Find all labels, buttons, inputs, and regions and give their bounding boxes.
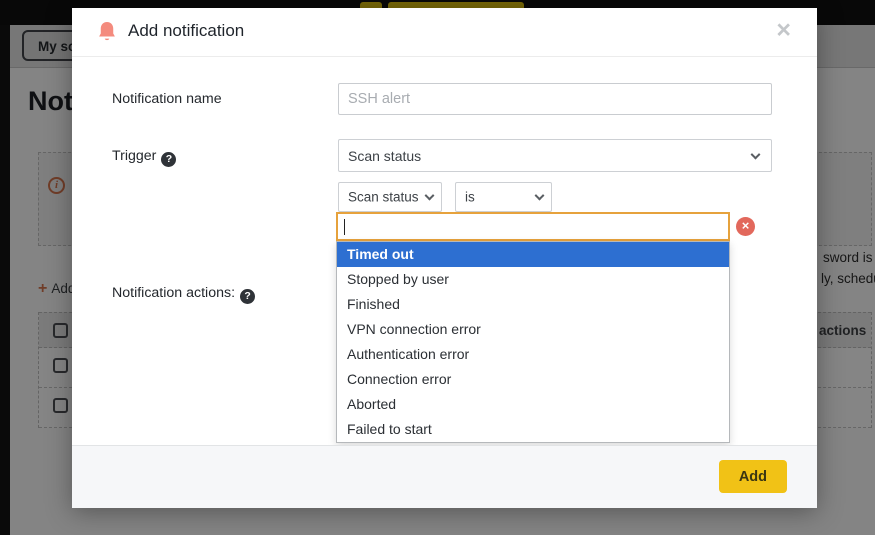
chevron-down-icon [425, 191, 435, 201]
dropdown-option[interactable]: VPN connection error [337, 317, 729, 342]
help-icon[interactable]: ? [161, 152, 176, 167]
dropdown-option[interactable]: Finished [337, 292, 729, 317]
notification-actions-label: Notification actions:? [112, 285, 255, 304]
add-button[interactable]: Add [719, 460, 787, 493]
add-notification-modal: Add notification × Notification name Tri… [72, 8, 817, 508]
close-icon[interactable]: × [776, 16, 791, 44]
bell-icon [96, 20, 118, 51]
dropdown-option[interactable]: Stopped by user [337, 267, 729, 292]
condition-operator-value: is [465, 190, 475, 205]
condition-field-select[interactable]: Scan status [338, 182, 442, 212]
modal-header: Add notification × [72, 8, 817, 57]
notification-name-label: Notification name [112, 91, 222, 107]
modal-footer: Add [72, 445, 817, 508]
dropdown-option[interactable]: Failed to start [337, 417, 729, 442]
notification-name-input[interactable] [338, 83, 772, 115]
text-caret [344, 219, 345, 235]
modal-title: Add notification [128, 21, 244, 41]
chevron-down-icon [535, 191, 545, 201]
help-icon[interactable]: ? [240, 289, 255, 304]
chevron-down-icon [751, 149, 761, 159]
screen: My scans Notifications i sword is f ly, … [0, 0, 875, 535]
dropdown-option[interactable]: Connection error [337, 367, 729, 392]
trigger-type-value: Scan status [348, 148, 421, 164]
trigger-type-select[interactable]: Scan status [338, 139, 772, 172]
dropdown-option[interactable]: Authentication error [337, 342, 729, 367]
trigger-label: Trigger? [112, 148, 176, 167]
condition-operator-select[interactable]: is [455, 182, 552, 212]
clear-error-icon[interactable]: × [736, 217, 755, 236]
dropdown-option[interactable]: Aborted [337, 392, 729, 417]
dropdown-option[interactable]: Timed out [337, 242, 729, 267]
trigger-value-combobox[interactable] [336, 212, 730, 241]
condition-field-value: Scan status [348, 190, 419, 205]
status-dropdown-list: Timed out Stopped by user Finished VPN c… [336, 241, 730, 443]
